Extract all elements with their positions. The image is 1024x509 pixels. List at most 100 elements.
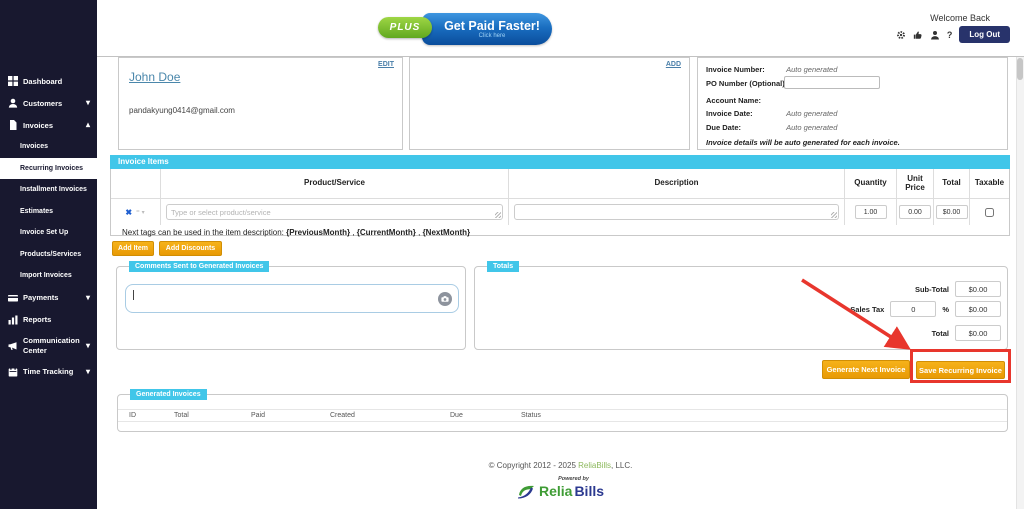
invoice-number-label: Invoice Number:	[706, 65, 784, 74]
unit-price-input[interactable]	[899, 205, 931, 219]
reliabills-link[interactable]: ReliaBills	[578, 461, 611, 470]
row-dropdown-icon[interactable]: ▾	[142, 209, 145, 216]
sidebar-item-label: Reports	[23, 315, 51, 324]
comments-panel-title: Comments Sent to Generated Invoices	[129, 261, 269, 272]
sidebar-item-import-invoices[interactable]: Import Invoices	[0, 265, 97, 287]
user-icon[interactable]	[930, 30, 940, 40]
add-item-button[interactable]: Add Item	[112, 241, 154, 256]
sidebar-item-reports[interactable]: Reports	[0, 309, 97, 331]
banner-click-here: Click here	[469, 33, 506, 39]
sidebar-item-payments[interactable]: Payments ▾	[0, 287, 97, 309]
tag-separator: ,	[350, 228, 357, 237]
megaphone-icon	[8, 341, 18, 351]
description-field-wrap	[514, 204, 839, 220]
col-product-service: Product/Service	[161, 169, 509, 199]
sidebar-item-products-services[interactable]: Products/Services	[0, 244, 97, 266]
description-cell	[509, 199, 845, 225]
sales-tax-rate-input[interactable]	[890, 301, 936, 317]
col-unit-price: Unit Price	[897, 169, 934, 199]
secondary-panel: ADD	[409, 57, 690, 150]
sidebar-item-communication-center[interactable]: Communication Center ▾	[0, 331, 97, 361]
sidebar-item-invoices-list[interactable]: Invoices	[0, 136, 97, 158]
po-number-label: PO Number (Optional):	[706, 79, 784, 88]
sidebar-item-invoices[interactable]: Invoices ▴	[0, 114, 97, 136]
row-controls-header	[111, 169, 161, 199]
copyright-suffix: , LLC.	[611, 461, 632, 470]
sidebar: Dashboard Customers ▾ Invoices ▴ Invoice…	[0, 0, 97, 509]
sidebar-item-dashboard[interactable]: Dashboard	[0, 70, 97, 92]
invoices-submenu: Invoices Recurring Invoices Installment …	[0, 136, 97, 287]
add-link[interactable]: ADD	[666, 61, 681, 68]
col-total: Total	[934, 169, 970, 199]
sidebar-item-customers[interactable]: Customers ▾	[0, 92, 97, 114]
add-discounts-button[interactable]: Add Discounts	[159, 241, 222, 256]
dashboard-icon	[8, 76, 18, 86]
quantity-cell	[845, 199, 897, 225]
scrollbar-track[interactable]	[1016, 57, 1024, 509]
line-total-input[interactable]	[936, 205, 968, 219]
total-cell	[934, 199, 970, 225]
customer-name-link[interactable]: John Doe	[129, 70, 180, 84]
gen-col-total: Total	[174, 412, 251, 419]
sidebar-item-estimates[interactable]: Estimates	[0, 201, 97, 223]
sidebar-item-label: Dashboard	[23, 77, 62, 86]
sales-tax-label: Sales Tax	[850, 305, 884, 314]
generate-next-invoice-button[interactable]: Generate Next Invoice	[822, 360, 910, 379]
gen-col-due: Due	[450, 412, 521, 419]
po-number-input[interactable]	[784, 76, 880, 89]
sidebar-item-time-tracking[interactable]: Time Tracking ▾	[0, 361, 97, 383]
thumbs-up-icon[interactable]	[913, 30, 923, 40]
product-service-input[interactable]	[166, 204, 503, 220]
due-date-row: Due Date: Auto generated	[706, 123, 837, 132]
logo-text-relia: Relia	[539, 483, 572, 499]
col-quantity: Quantity	[845, 169, 897, 199]
invoice-number-value: Auto generated	[786, 65, 837, 74]
total-input[interactable]	[955, 325, 1001, 341]
customer-panel: EDIT John Doe pandakyung0414@gmail.com	[118, 57, 403, 150]
resize-grip-icon[interactable]	[495, 212, 501, 218]
gen-col-id: ID	[118, 412, 174, 419]
edit-customer-link[interactable]: EDIT	[378, 61, 394, 68]
scrollbar-thumb[interactable]	[1017, 58, 1023, 80]
attach-image-icon[interactable]	[438, 292, 452, 306]
po-number-row: PO Number (Optional):	[706, 79, 784, 88]
help-icon[interactable]: ?	[947, 30, 953, 40]
gear-icon[interactable]	[896, 30, 906, 40]
sidebar-item-label: Communication Center	[23, 336, 71, 355]
banner-body: Get Paid Faster! Click here	[422, 13, 552, 45]
save-recurring-invoice-button[interactable]: Save Recurring Invoice	[916, 361, 1005, 379]
description-input[interactable]	[514, 204, 839, 220]
logout-button[interactable]: Log Out	[959, 26, 1010, 43]
sidebar-item-invoice-set-up[interactable]: Invoice Set Up	[0, 222, 97, 244]
chevron-down-icon: ▾	[86, 368, 90, 376]
reorder-icon[interactable]: =	[136, 209, 140, 215]
subtotal-input[interactable]	[955, 281, 1001, 297]
tag-previous-month: {PreviousMonth}	[286, 228, 350, 237]
sidebar-item-label: Time Tracking	[23, 367, 73, 376]
resize-grip-icon[interactable]	[831, 212, 837, 218]
sidebar-item-installment-invoices[interactable]: Installment Invoices	[0, 179, 97, 201]
sidebar-item-label: Customers	[23, 99, 62, 108]
delete-row-icon[interactable]: ✖	[125, 208, 132, 217]
payments-icon	[8, 293, 18, 303]
item-row: ✖ = ▾	[111, 199, 1009, 225]
customers-icon	[8, 98, 18, 108]
subtotal-label: Sub-Total	[915, 285, 949, 294]
col-description: Description	[509, 169, 845, 199]
taxable-cell	[970, 199, 1009, 225]
reliabills-logo[interactable]: ReliaBills	[97, 483, 1024, 499]
quantity-input[interactable]	[855, 205, 887, 219]
taxable-checkbox[interactable]	[985, 208, 994, 217]
sidebar-item-recurring-invoices[interactable]: Recurring Invoices	[0, 158, 97, 180]
comments-panel: Comments Sent to Generated Invoices	[116, 266, 466, 350]
gen-col-created: Created	[330, 412, 450, 419]
tag-current-month: {CurrentMonth}	[357, 228, 416, 237]
logo-text-bills: Bills	[574, 483, 604, 499]
text-caret	[133, 290, 134, 300]
get-paid-faster-banner[interactable]: Get Paid Faster! Click here PLUS	[378, 10, 554, 48]
total-row: Total	[932, 325, 1001, 341]
comments-input[interactable]	[125, 284, 459, 313]
sales-tax-amount-input[interactable]	[955, 301, 1001, 317]
banner-title: Get Paid Faster!	[434, 19, 540, 33]
sidebar-item-label: Payments	[23, 293, 58, 302]
